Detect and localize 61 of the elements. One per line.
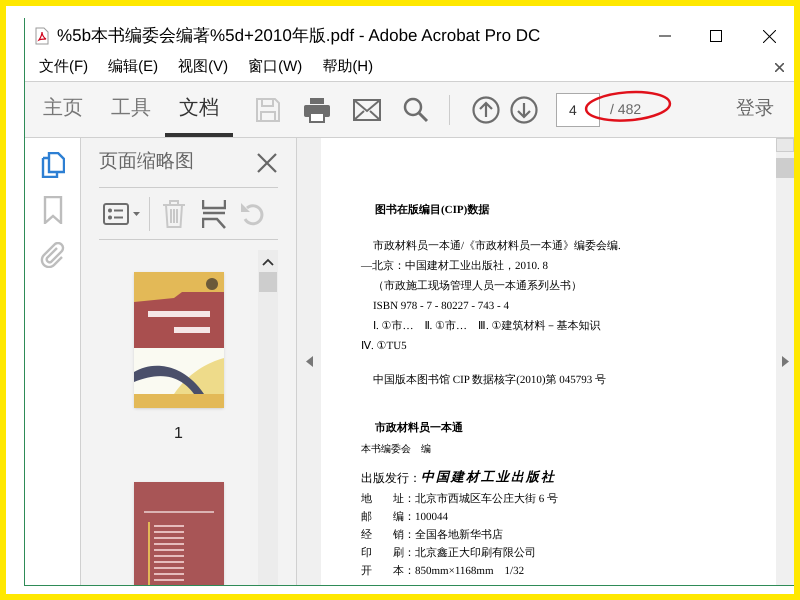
publisher-name: 中国建材工业出版社 [421, 469, 556, 488]
text-line: Ⅰ. ①市… Ⅱ. ①市… Ⅲ. ①建筑材料－基本知识 [372, 318, 602, 334]
close-icon[interactable] [775, 63, 784, 72]
text-line: ISBN 978 - 7 - 80227 - 743 - 4 [372, 299, 510, 314]
scrollbar-track[interactable] [258, 250, 278, 585]
pdf-file-icon [35, 27, 49, 45]
menu-item[interactable]: 窗口(W) [238, 56, 312, 79]
menu-item[interactable]: 文件(F) [29, 56, 98, 79]
text-line: 市政材料员一本通/《市政材料员一本通》编委会编. [372, 238, 622, 254]
field-label: 出版发行： [361, 470, 421, 487]
print-icon[interactable] [303, 96, 331, 122]
close-button[interactable] [256, 152, 278, 174]
options-dropdown-icon[interactable] [103, 202, 141, 224]
panel-title: 页面缩略图 [99, 150, 194, 174]
field-label: 本： [393, 564, 415, 579]
collapse-arrow-icon[interactable] [782, 356, 788, 367]
mail-icon[interactable] [353, 98, 381, 120]
field-label: 印 [361, 546, 373, 561]
next-page-icon[interactable] [510, 96, 538, 124]
scrollbar-thumb[interactable] [259, 272, 277, 292]
field-value: 北京鑫正大印刷有限公司 [415, 546, 536, 561]
close-icon[interactable] [762, 30, 776, 42]
heading-text: 图书在版编目(CIP)数据 [374, 202, 490, 218]
menu-item[interactable]: 帮助(H) [312, 56, 384, 79]
field-label: 址： [393, 492, 415, 507]
scrollbar-thumb[interactable] [776, 158, 794, 178]
text-line: 本书编委会 编 [361, 442, 432, 457]
field-value: 850mm×1168mm 1/32 [415, 564, 524, 579]
field-label: 经 [361, 528, 373, 543]
page-count: / 482 [610, 100, 642, 116]
heading-text: 市政材料员一本通 [374, 420, 464, 436]
page-number-field[interactable]: 4 [556, 92, 600, 126]
paperclip-icon[interactable] [40, 242, 66, 268]
field-label: 销： [393, 528, 415, 543]
menu-item[interactable]: 编辑(E) [98, 56, 168, 79]
menu-item[interactable]: 视图(V) [168, 56, 238, 79]
page-label: 1 [174, 424, 183, 444]
toolbar-tab[interactable]: 工具 [97, 82, 165, 137]
text-line: 中国版本图书馆 CIP 数据核字(2010)第 045793 号 [372, 372, 608, 388]
insert-page-icon[interactable] [202, 198, 226, 228]
field-value: 全国各地新华书店 [415, 528, 503, 543]
search-icon[interactable] [403, 96, 429, 122]
window-title: %5b本书编委会编著%5d+2010年版.pdf - Adobe Acrobat Pro DC [57, 25, 540, 48]
field-label: 开 [361, 564, 373, 579]
field-value: 100044 [415, 510, 448, 525]
maximize-icon[interactable] [710, 30, 722, 42]
scroll-up-icon[interactable] [262, 258, 274, 266]
previous-page-icon[interactable] [472, 96, 500, 124]
field-label: 刷： [393, 546, 415, 561]
minimize-icon[interactable] [659, 35, 671, 37]
field-label: 编： [393, 510, 415, 525]
collapse-arrow-icon[interactable] [306, 356, 312, 367]
text-line: （市政施工现场管理人员一本通系列丛书） [372, 278, 583, 294]
field-label: 邮 [361, 510, 373, 525]
pages-icon[interactable] [40, 152, 64, 178]
toolbar-tab[interactable]: 主页 [29, 82, 97, 137]
text-line: Ⅳ. ①TU5 [361, 339, 408, 354]
field-value: 北京市西城区车公庄大街 6 号 [415, 492, 558, 507]
sign-in-link[interactable]: 登录 [736, 95, 774, 124]
field-label: 地 [361, 492, 373, 507]
text-line: —北京：中国建材工业出版社，2010. 8 [361, 258, 549, 274]
